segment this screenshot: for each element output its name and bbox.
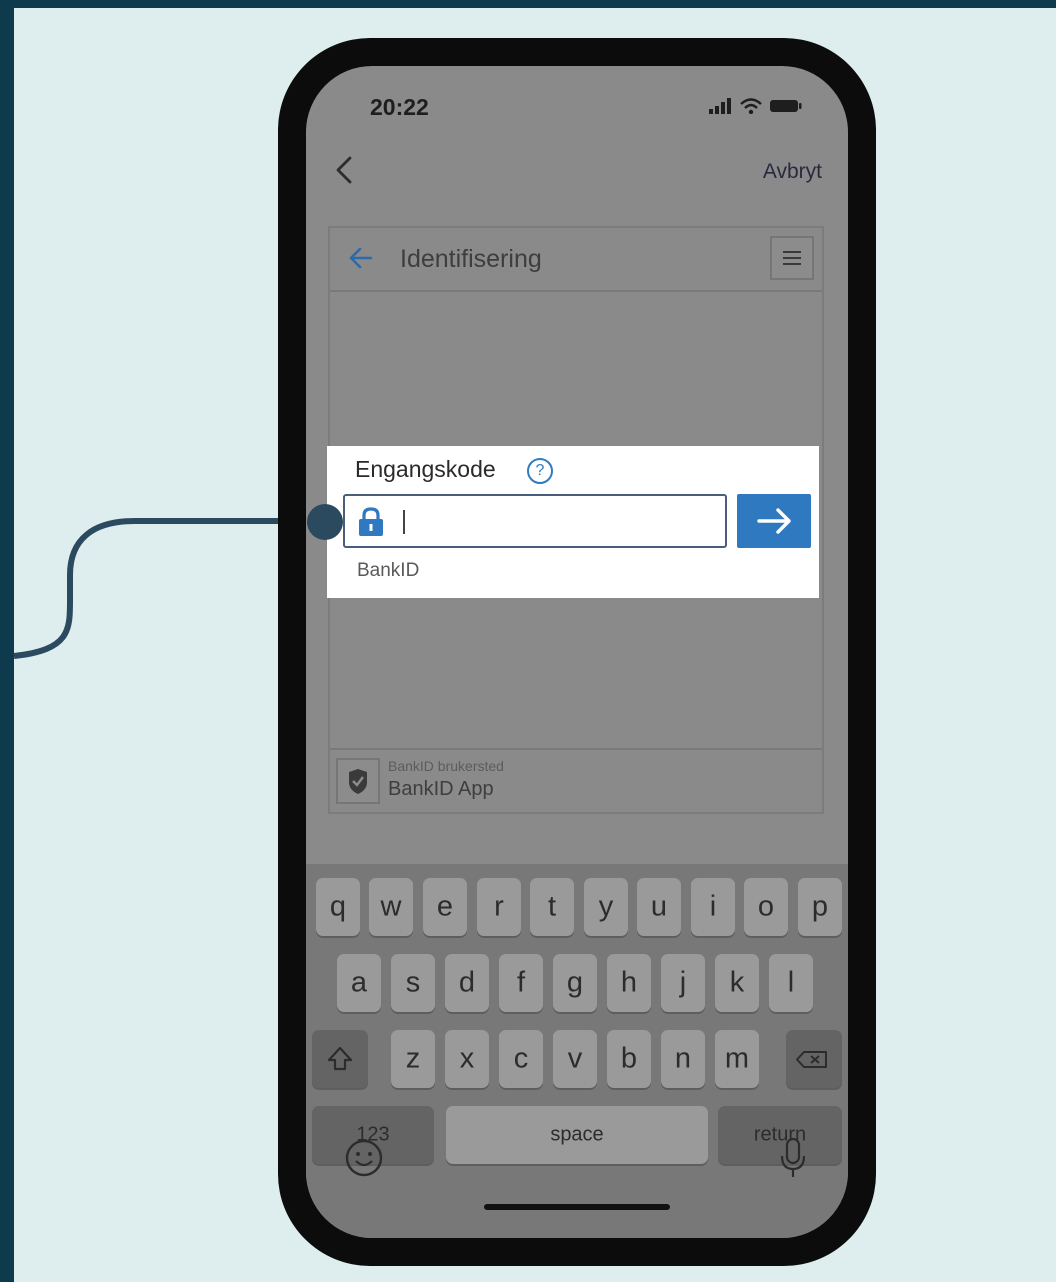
one-time-code-input[interactable] — [343, 494, 727, 548]
key-label: l — [787, 966, 795, 999]
lock-icon — [359, 507, 383, 536]
shield-check-icon — [349, 769, 367, 794]
one-time-code-panel: Engangskode ? BankID — [327, 446, 819, 598]
phone-screen: 20:22 Avbryt Identifisering BankID bruke… — [306, 66, 848, 1238]
key-label: m — [724, 1042, 750, 1075]
microphone-icon[interactable] — [778, 1136, 808, 1180]
key-p[interactable]: p — [798, 878, 842, 936]
signal-icon — [709, 98, 731, 114]
key-i[interactable]: i — [691, 878, 735, 936]
key-label: d — [458, 966, 476, 999]
key-g[interactable]: g — [553, 954, 597, 1012]
space-key[interactable]: space — [446, 1106, 708, 1164]
key-label: x — [459, 1042, 475, 1075]
footer-app-name: BankID App — [388, 778, 494, 800]
connector-dot — [307, 504, 343, 540]
cancel-button[interactable]: Avbryt — [763, 160, 822, 184]
key-t[interactable]: t — [530, 878, 574, 936]
key-k[interactable]: k — [715, 954, 759, 1012]
key-e[interactable]: e — [423, 878, 467, 936]
key-label: o — [757, 890, 775, 923]
key-label: z — [405, 1042, 421, 1075]
key-l[interactable]: l — [769, 954, 813, 1012]
arrow-left-icon[interactable] — [348, 244, 374, 272]
submit-button[interactable] — [737, 494, 811, 548]
key-label: u — [650, 890, 668, 923]
key-h[interactable]: h — [607, 954, 651, 1012]
key-r[interactable]: r — [477, 878, 521, 936]
status-time: 20:22 — [370, 94, 429, 120]
arrow-right-icon — [757, 508, 791, 534]
key-label: k — [729, 966, 745, 999]
key-f[interactable]: f — [499, 954, 543, 1012]
key-o[interactable]: o — [744, 878, 788, 936]
webview-footer: BankID brukersted BankID App — [330, 748, 822, 812]
ios-keyboard: q w e r t y u i o p a s d f g h j k l z … — [306, 864, 848, 1238]
key-x[interactable]: x — [445, 1030, 489, 1088]
key-label: s — [405, 966, 421, 999]
key-j[interactable]: j — [661, 954, 705, 1012]
key-label: v — [567, 1042, 583, 1075]
hamburger-menu-button[interactable] — [770, 236, 814, 280]
menu-line-icon — [783, 251, 801, 253]
wifi-icon — [740, 98, 762, 114]
key-label: e — [436, 890, 454, 923]
key-label: r — [494, 890, 504, 923]
key-label: y — [598, 890, 614, 923]
battery-icon — [770, 100, 802, 112]
emoji-icon[interactable] — [344, 1138, 384, 1178]
footer-caption: BankID brukersted — [388, 758, 504, 774]
key-q[interactable]: q — [316, 878, 360, 936]
home-indicator — [484, 1204, 670, 1210]
key-label: b — [620, 1042, 638, 1075]
status-icons — [708, 98, 802, 114]
shift-arrow-icon — [327, 1046, 353, 1071]
key-m[interactable]: m — [715, 1030, 759, 1088]
key-label: g — [566, 966, 584, 999]
phone-frame: 20:22 Avbryt Identifisering BankID bruke… — [278, 38, 876, 1266]
one-time-code-label: Engangskode — [355, 456, 496, 482]
key-b[interactable]: b — [607, 1030, 651, 1088]
key-v[interactable]: v — [553, 1030, 597, 1088]
key-w[interactable]: w — [369, 878, 413, 936]
key-y[interactable]: y — [584, 878, 628, 936]
shield-badge — [336, 758, 380, 804]
key-z[interactable]: z — [391, 1030, 435, 1088]
text-caret — [403, 510, 405, 534]
shift-key[interactable] — [312, 1030, 368, 1088]
key-s[interactable]: s — [391, 954, 435, 1012]
key-label: w — [380, 890, 402, 923]
delete-key[interactable] — [786, 1030, 842, 1088]
key-n[interactable]: n — [661, 1030, 705, 1088]
menu-line-icon — [783, 257, 801, 259]
key-label: h — [620, 966, 638, 999]
key-label: c — [513, 1042, 529, 1075]
page-title: Identifisering — [400, 245, 542, 273]
key-label: a — [350, 966, 368, 999]
key-label: t — [547, 890, 557, 923]
key-c[interactable]: c — [499, 1030, 543, 1088]
webview-header: Identifisering — [330, 228, 822, 292]
key-u[interactable]: u — [637, 878, 681, 936]
key-d[interactable]: d — [445, 954, 489, 1012]
key-label: j — [679, 966, 687, 999]
backspace-icon — [796, 1051, 827, 1068]
key-label: f — [516, 966, 526, 999]
help-icon[interactable]: ? — [527, 458, 553, 484]
bankid-caption: BankID — [357, 560, 420, 581]
key-label: q — [329, 890, 347, 923]
back-chevron-icon[interactable] — [330, 152, 360, 188]
key-label: i — [709, 890, 717, 923]
key-label: p — [811, 890, 829, 923]
key-a[interactable]: a — [337, 954, 381, 1012]
menu-line-icon — [783, 263, 801, 265]
key-label: n — [674, 1042, 692, 1075]
key-label: space — [550, 1123, 604, 1146]
